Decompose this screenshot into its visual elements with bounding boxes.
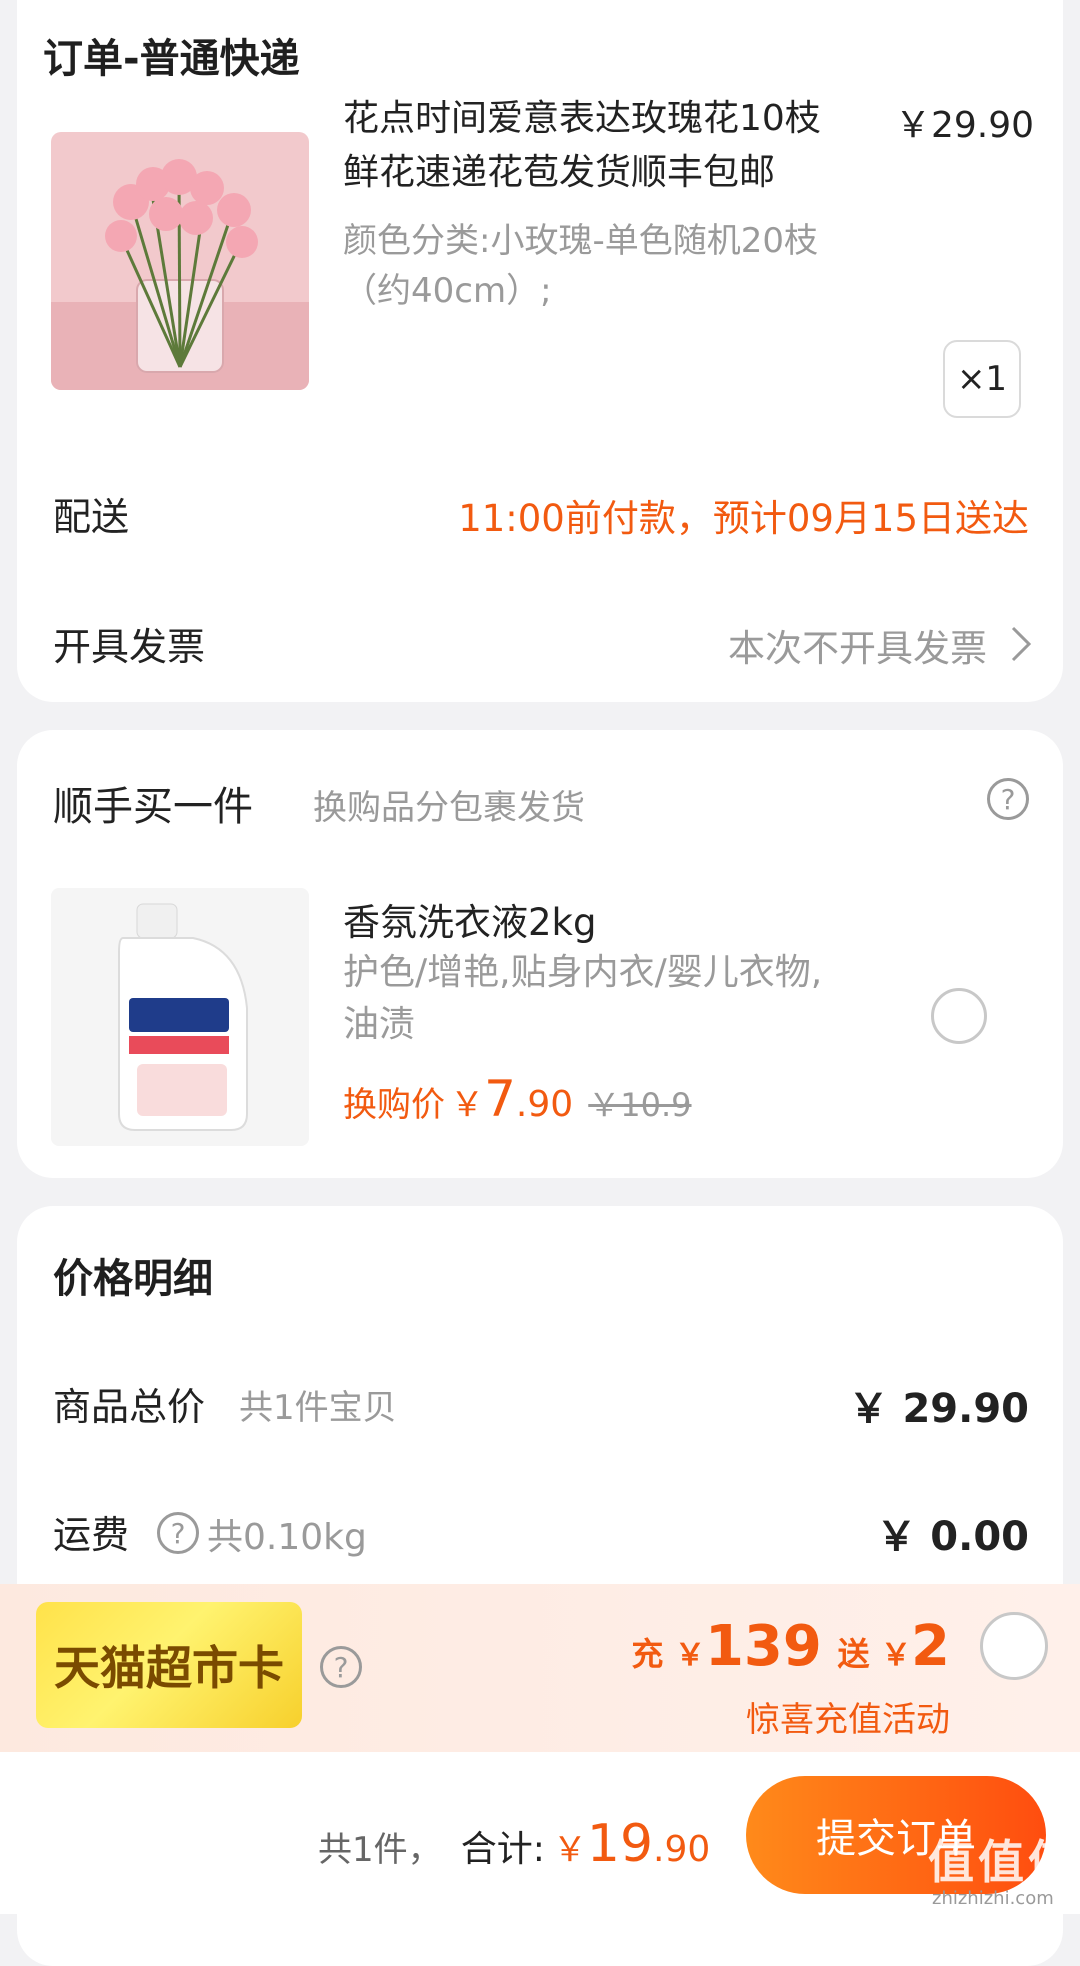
shipping-weight: 共0.10kg (207, 1517, 367, 1558)
order-card: 订单-普通快递 花点时间爱意表达玫瑰花10枝 ￥29.90 鲜花速递花苞发货顺丰… (17, 0, 1063, 702)
delivery-label: 配送 (53, 495, 130, 539)
addon-price-currency: ￥ (450, 1085, 485, 1125)
shipping-value: ￥ 0.00 (876, 1514, 1029, 1560)
item-count: 共1件， (318, 1830, 442, 1870)
watermark-logo: 值 值 值 (928, 1835, 1074, 1889)
checkout-bar: 共1件， 合计: ￥19.90 提交订单 值 值 值 zhizhizhi.com (0, 1752, 1080, 1914)
invoice-value[interactable]: 本次不开具发票 (728, 618, 987, 672)
bonus-label: 送 (837, 1635, 870, 1673)
tmall-supermarket-card: 天猫超市卡 (36, 1602, 302, 1728)
product-name-line1[interactable]: 花点时间爱意表达玫瑰花10枝 (343, 92, 821, 146)
addon-desc-line2: 油渍 (343, 1004, 416, 1045)
tmall-card-promo-bar[interactable]: 天猫超市卡 ? 充 ￥139 送 ￥2 惊喜充值活动 (0, 1584, 1080, 1752)
addon-subtitle: 换购品分包裹发货 (313, 788, 585, 828)
charge-currency: ￥ (674, 1638, 705, 1673)
goods-total-note: 共1件宝贝 (239, 1388, 397, 1428)
total-currency: ￥ (552, 1830, 587, 1870)
quantity-stepper[interactable]: ×1 (943, 340, 1021, 418)
addon-price: 换购价 ￥7.90 ￥10.9 (343, 1070, 692, 1128)
order-title: 订单-普通快递 (43, 36, 300, 82)
goods-total-value: ￥ 29.90 (848, 1386, 1029, 1432)
invoice-label: 开具发票 (53, 625, 206, 669)
price-detail-title: 价格明细 (53, 1256, 213, 1302)
charge-amount: 139 (704, 1614, 822, 1679)
promo-activity: 惊喜充值活动 (746, 1700, 950, 1740)
product-price: ￥29.90 (895, 105, 1035, 146)
delivery-estimate[interactable]: 11:00前付款，预计09月15日送达 (458, 488, 1029, 542)
charge-label: 充 (631, 1635, 664, 1673)
addon-card: 顺手买一件 换购品分包裹发货 ? 香氛洗衣液2kg 护色/增艳,贴身内衣/婴儿衣… (17, 730, 1063, 1178)
total-summary: 共1件， 合计: ￥19.90 (318, 1814, 710, 1874)
promo-offer: 充 ￥139 送 ￥2 (631, 1614, 950, 1679)
addon-original-price: ￥10.9 (588, 1086, 692, 1124)
addon-select-radio[interactable] (931, 988, 987, 1044)
addon-desc-line1: 护色/增艳,贴身内衣/婴儿衣物, (343, 952, 823, 993)
detergent-product-image[interactable] (51, 888, 309, 1146)
chevron-right-icon[interactable] (1009, 624, 1033, 668)
promo-select-radio[interactable] (980, 1612, 1048, 1680)
watermark-url: zhizhizhi.com (932, 1888, 1054, 1909)
product-sku-line1: 颜色分类:小玫瑰-单色随机20枝 (343, 221, 818, 261)
product-sku-line2: （约40cm）; (343, 271, 552, 311)
addon-price-int: 7 (484, 1070, 516, 1128)
bonus-amount: 2 (911, 1614, 950, 1679)
product-name-line2[interactable]: 鲜花速递花苞发货顺丰包邮 (343, 146, 775, 200)
promo-help-icon[interactable]: ? (320, 1646, 362, 1688)
shipping-label: 运费 (53, 1513, 130, 1557)
addon-title: 顺手买一件 (53, 784, 253, 830)
total-int: 19 (586, 1814, 654, 1874)
addon-product-name[interactable]: 香氛洗衣液2kg (343, 892, 596, 946)
addon-price-label: 换购价 (343, 1085, 445, 1125)
help-icon[interactable]: ? (987, 778, 1029, 820)
shipping-help-icon[interactable]: ? (157, 1512, 199, 1554)
total-label: 合计: (460, 1829, 545, 1870)
goods-total-label: 商品总价 (53, 1385, 206, 1429)
bonus-currency: ￥ (881, 1638, 912, 1673)
total-dec: .90 (653, 1829, 711, 1870)
rose-product-image[interactable] (51, 132, 309, 390)
addon-price-dec: .90 (515, 1084, 574, 1125)
